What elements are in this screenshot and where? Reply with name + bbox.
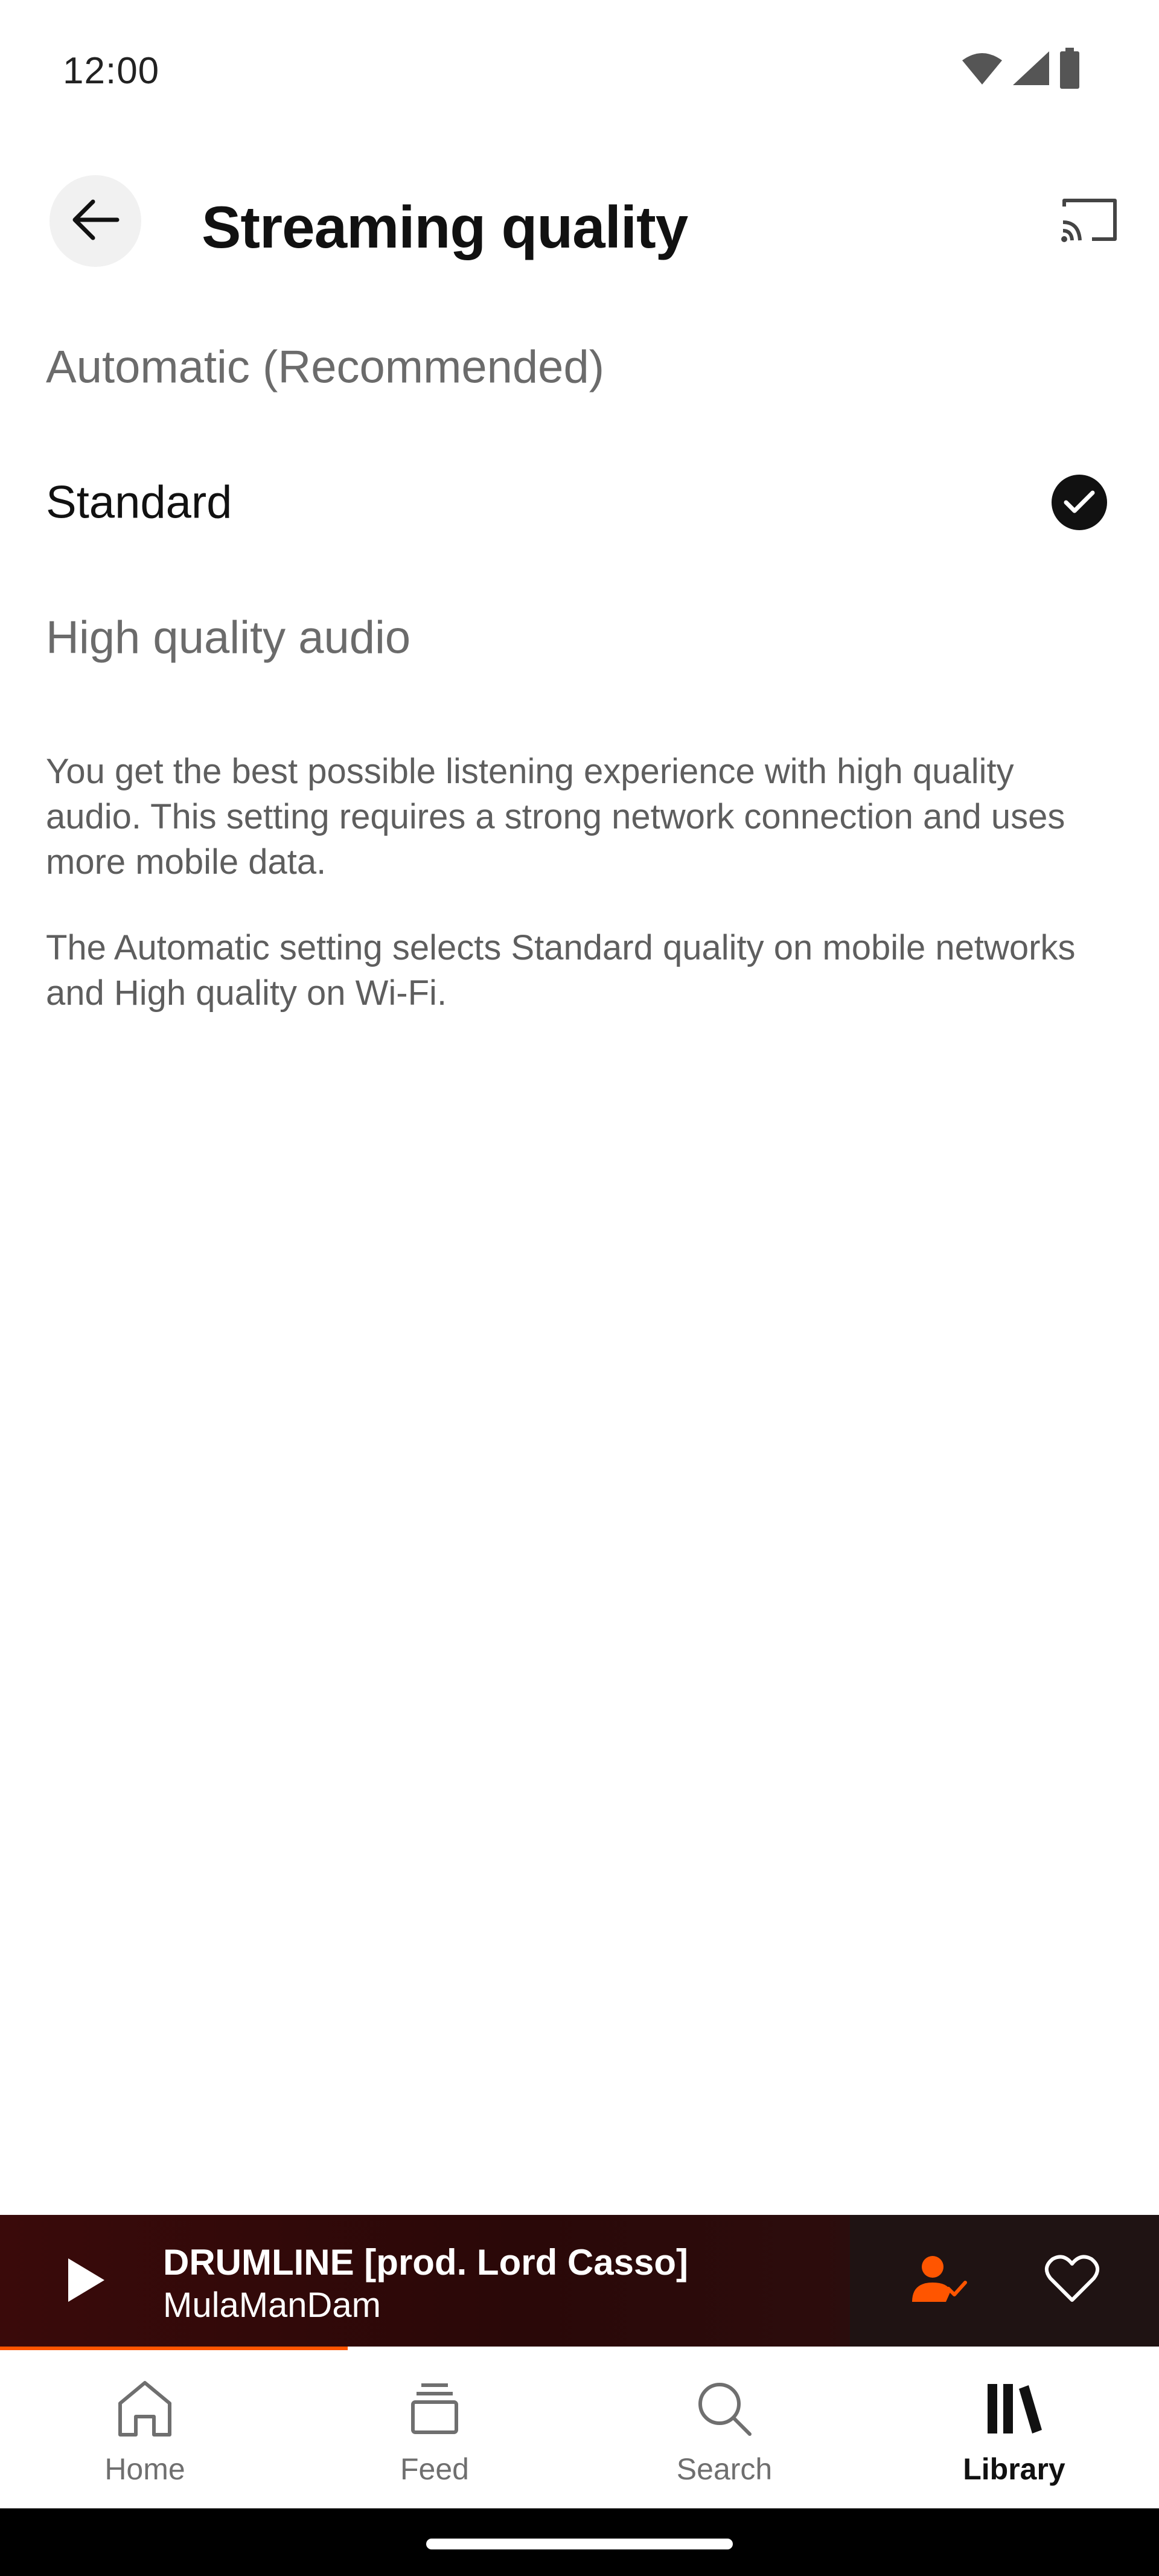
option-label: Automatic (Recommended) [46, 341, 605, 393]
cast-icon [1059, 196, 1120, 247]
arrow-left-icon [71, 199, 120, 244]
mini-player[interactable]: DRUMLINE [prod. Lord Casso] MulaManDam [0, 2215, 1159, 2349]
status-bar: 12:00 [0, 0, 1159, 139]
feed-icon [398, 2376, 471, 2442]
heart-icon [1044, 2254, 1100, 2307]
checkmark-icon [1052, 475, 1107, 530]
nav-item-search[interactable]: Search [580, 2350, 869, 2508]
like-button[interactable] [1038, 2249, 1106, 2312]
nav-item-library[interactable]: Library [869, 2350, 1159, 2508]
system-navigation-bar [0, 2508, 1159, 2576]
user-following-icon [910, 2254, 968, 2307]
wifi-icon [961, 51, 1003, 89]
follow-artist-button[interactable] [905, 2250, 972, 2310]
track-artist: MulaManDam [163, 2286, 381, 2325]
battery-icon [1059, 47, 1081, 92]
play-icon [65, 2256, 107, 2307]
mini-player-actions-bg [850, 2215, 1159, 2349]
search-icon [688, 2376, 761, 2442]
streaming-quality-screen: 12:00 Streaming quality Automatic (Recom… [0, 0, 1159, 2576]
header: Streaming quality [0, 169, 1159, 272]
nav-label-feed: Feed [400, 2452, 469, 2486]
option-high-quality[interactable]: High quality audio [0, 577, 1159, 698]
option-label: Standard [46, 476, 232, 528]
home-icon [109, 2376, 181, 2442]
nav-label-library: Library [963, 2452, 1065, 2486]
nav-item-home[interactable]: Home [0, 2350, 290, 2508]
page-title: Streaming quality [202, 194, 688, 260]
status-time: 12:00 [63, 50, 160, 92]
cast-button[interactable] [1056, 192, 1123, 250]
play-button[interactable] [56, 2251, 116, 2312]
track-title: DRUMLINE [prod. Lord Casso] [163, 2242, 688, 2283]
cellular-signal-icon [1012, 50, 1050, 89]
option-label: High quality audio [46, 612, 411, 664]
home-gesture-handle[interactable] [426, 2539, 733, 2549]
description-paragraph-1: You get the best possible listening expe… [46, 752, 1065, 882]
library-icon [978, 2376, 1050, 2442]
back-button[interactable] [49, 175, 141, 267]
option-standard[interactable]: Standard [0, 442, 1159, 563]
description-paragraph-2: The Automatic setting selects Standard q… [46, 928, 1076, 1013]
nav-item-feed[interactable]: Feed [290, 2350, 580, 2508]
bottom-navigation: Home Feed Search Library [0, 2350, 1159, 2508]
nav-label-search: Search [676, 2452, 773, 2486]
option-automatic[interactable]: Automatic (Recommended) [0, 307, 1159, 428]
nav-label-home: Home [104, 2452, 185, 2486]
status-icons [961, 47, 1081, 92]
